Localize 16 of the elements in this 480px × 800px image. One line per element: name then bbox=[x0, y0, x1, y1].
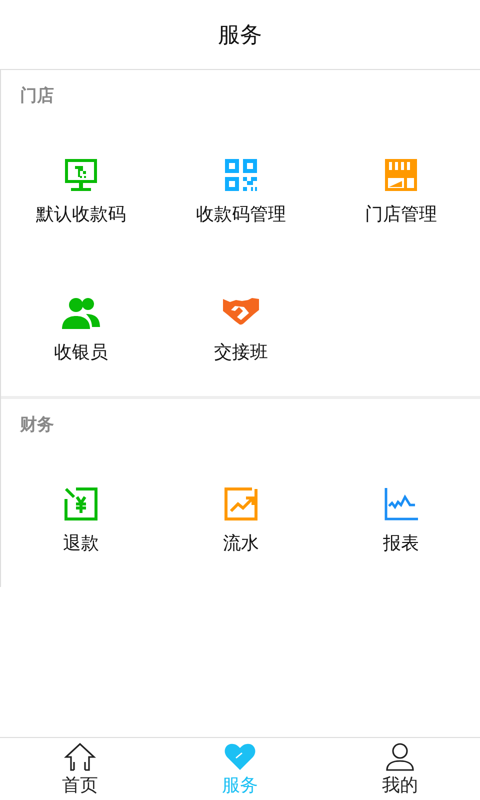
service-link[interactable]: 默认收款码 bbox=[36, 202, 126, 226]
service-link[interactable]: 报表 bbox=[383, 531, 419, 555]
service-link[interactable]: 退款 bbox=[63, 531, 99, 555]
section-title: 门店 bbox=[20, 86, 54, 106]
service-link[interactable]: 门店管理 bbox=[365, 202, 437, 226]
service-link[interactable]: 收银员 bbox=[54, 340, 108, 364]
service-link[interactable]: 收款码管理 bbox=[196, 202, 286, 226]
section-title: 财务 bbox=[20, 415, 54, 435]
page-title: 服务 bbox=[218, 22, 262, 50]
tab[interactable]: 首页 bbox=[0, 738, 160, 800]
service-link[interactable]: 流水 bbox=[223, 531, 259, 555]
service-link[interactable]: 交接班 bbox=[214, 340, 268, 364]
person-icon bbox=[385, 743, 415, 771]
home-icon bbox=[64, 743, 96, 771]
heart-icon bbox=[224, 743, 256, 771]
tab[interactable]: 我的 bbox=[320, 738, 480, 800]
